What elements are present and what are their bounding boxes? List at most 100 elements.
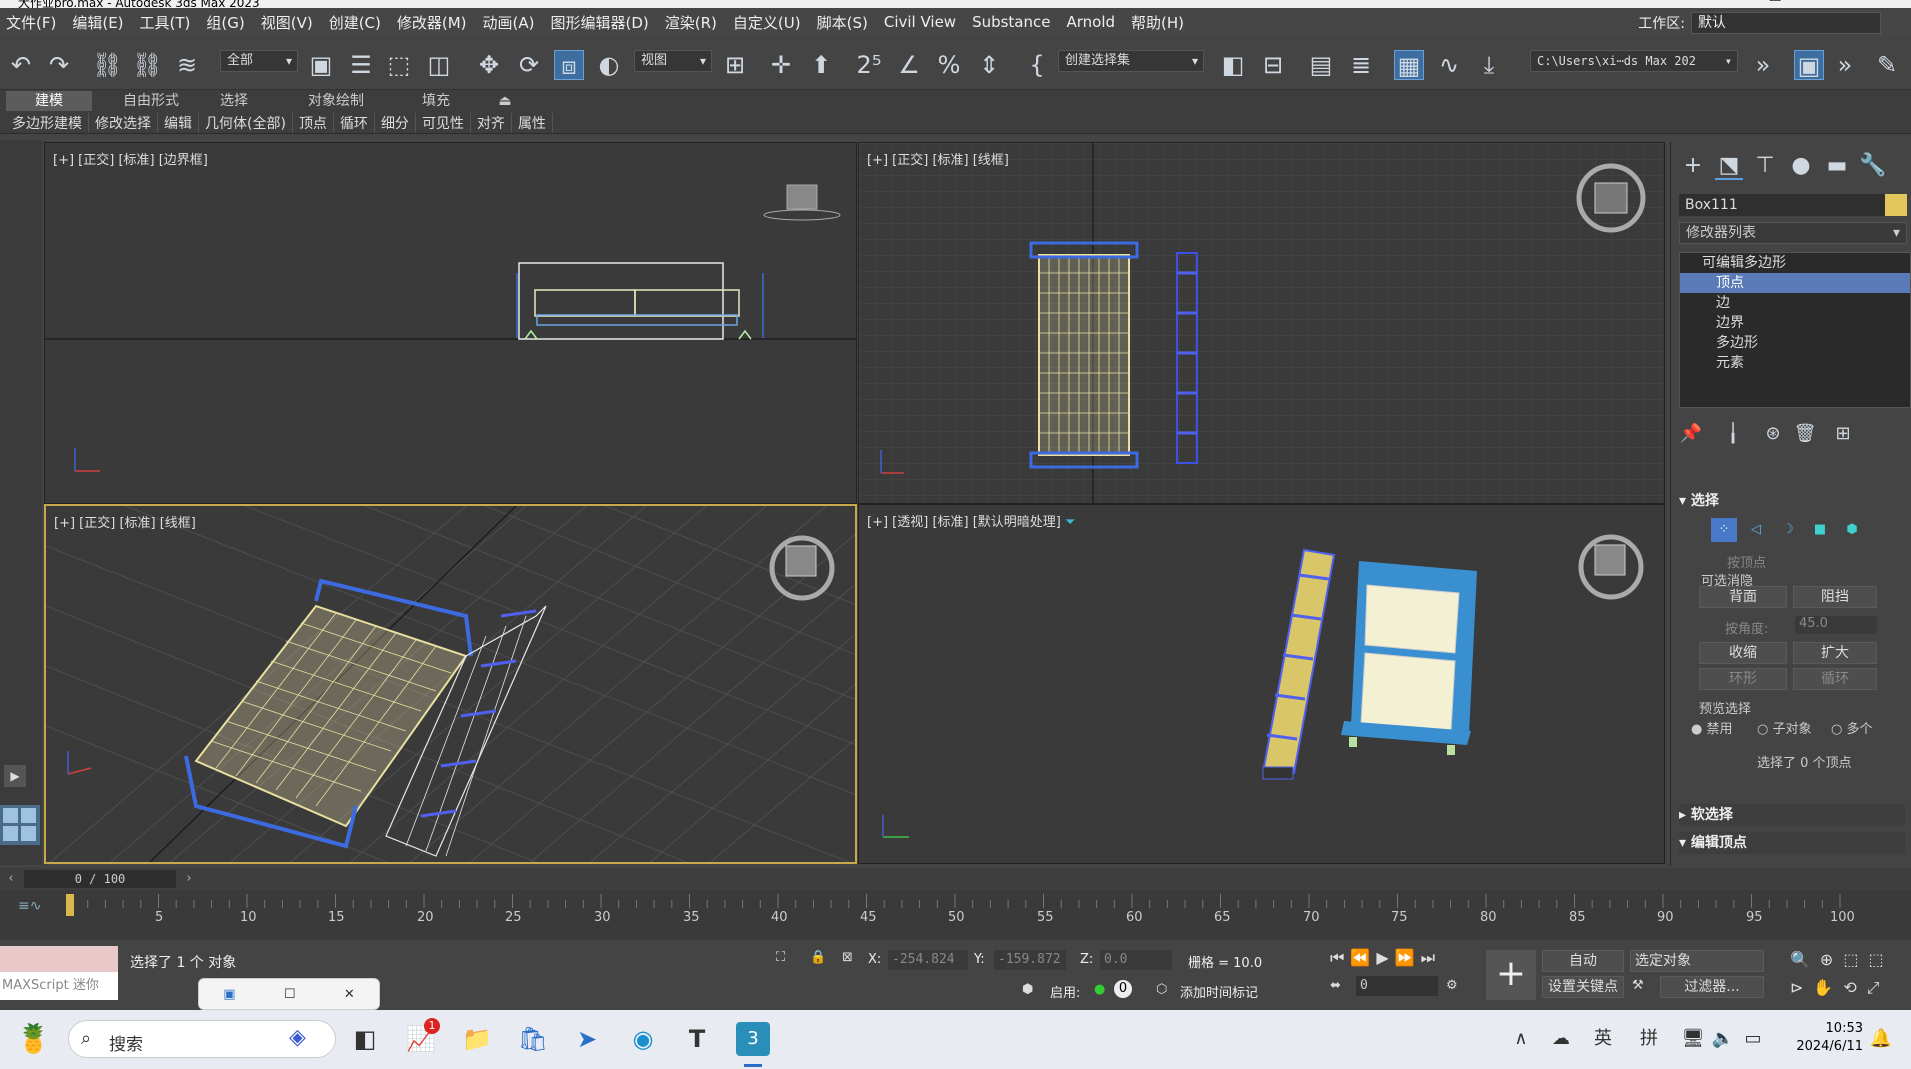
tab-modeling[interactable]: 建模 bbox=[6, 91, 92, 111]
next-frame-icon[interactable]: › bbox=[180, 870, 198, 888]
bing-icon[interactable]: ◈ bbox=[289, 1025, 306, 1050]
schematic-view-icon[interactable]: ⤓ bbox=[1474, 50, 1504, 80]
ribbon-edit[interactable]: 编辑 bbox=[158, 112, 199, 133]
filter-icon[interactable]: ⏷ bbox=[1065, 515, 1075, 530]
network-icon[interactable]: 🖥 bbox=[1676, 1022, 1710, 1056]
tray-chevron-icon[interactable]: ∧ bbox=[1504, 1022, 1538, 1056]
menu-edit[interactable]: 编辑(E) bbox=[70, 12, 137, 33]
more-tools-icon[interactable]: » bbox=[1748, 50, 1778, 80]
floating-close-icon[interactable]: ✕ bbox=[344, 987, 355, 1002]
absolute-mode-icon[interactable]: ⊠ bbox=[842, 950, 853, 965]
ribbon-vertices[interactable]: 顶点 bbox=[293, 112, 334, 133]
polygon-mode-icon[interactable]: ■ bbox=[1807, 518, 1833, 542]
y-coord-field[interactable]: -159.872 bbox=[994, 950, 1066, 970]
menu-tools[interactable]: 工具(T) bbox=[138, 12, 205, 33]
brush-icon[interactable]: ✎ bbox=[1872, 50, 1902, 80]
configure-modifier-sets-icon[interactable]: ⊞ bbox=[1831, 422, 1855, 446]
store-icon[interactable]: 🛍 bbox=[516, 1022, 550, 1056]
align-icon[interactable]: ⊟ bbox=[1258, 50, 1288, 80]
preview-subobject-radio[interactable]: ○ 子对象 bbox=[1757, 718, 1812, 737]
zoom-icon[interactable]: 🔍 bbox=[1790, 950, 1820, 969]
battery-icon[interactable]: ▭ bbox=[1736, 1022, 1770, 1056]
expand-strip-icon[interactable]: ▶ bbox=[4, 765, 26, 787]
stack-item-vertex[interactable]: 顶点 bbox=[1680, 273, 1910, 293]
by-angle-checkbox[interactable]: 按角度: bbox=[1725, 618, 1768, 637]
modifier-list-dropdown[interactable]: 修改器列表 bbox=[1679, 222, 1907, 244]
notifications-bell-icon[interactable]: 🔔 bbox=[1864, 1022, 1898, 1056]
viewport-label[interactable]: [+] [透视] [标准] [默认明暗处理] ⏷ bbox=[867, 511, 1075, 530]
file-explorer-icon[interactable]: 📁 bbox=[460, 1022, 494, 1056]
3dsmax-taskbar-icon[interactable]: 3 bbox=[736, 1022, 770, 1056]
object-color-swatch[interactable] bbox=[1885, 194, 1907, 216]
snap-toggle-icon[interactable]: 2⁵ bbox=[854, 50, 884, 80]
stack-item-element[interactable]: 元素 bbox=[1680, 353, 1910, 373]
ribbon-properties[interactable]: 属性 bbox=[512, 112, 553, 133]
adaptive-degradation-icon[interactable]: ⬢ bbox=[1022, 982, 1033, 997]
stack-item-edge[interactable]: 边 bbox=[1680, 293, 1910, 313]
go-to-end-icon[interactable]: ⏭ bbox=[1421, 948, 1441, 967]
ring-button[interactable]: 环形 bbox=[1699, 668, 1787, 690]
angle-snap-icon[interactable]: ∠ bbox=[894, 50, 924, 80]
stack-item-border[interactable]: 边界 bbox=[1680, 313, 1910, 333]
viewport-label[interactable]: [+] [正交] [标准] [线框] bbox=[54, 512, 196, 531]
key-mode-icon[interactable]: ⚒ bbox=[1632, 978, 1644, 993]
shrink-button[interactable]: 收缩 bbox=[1699, 642, 1787, 664]
undo-icon[interactable]: ↶ bbox=[6, 50, 36, 80]
stack-item-polygon[interactable]: 多边形 bbox=[1680, 333, 1910, 353]
maxscript-mini-listener[interactable]: MAXScript 迷你 bbox=[0, 972, 118, 1000]
x-coord-field[interactable]: -254.824 bbox=[888, 950, 968, 970]
ime-mode-indicator[interactable]: 拼 bbox=[1632, 1022, 1666, 1056]
workspace-dropdown[interactable]: 默认 bbox=[1691, 12, 1881, 34]
display-tab-icon[interactable]: ▬ bbox=[1823, 152, 1851, 180]
tab-selection[interactable]: 选择 bbox=[208, 91, 260, 111]
unlink-icon[interactable]: ⛓ bbox=[132, 50, 162, 80]
menu-create[interactable]: 创建(C) bbox=[327, 12, 395, 33]
named-selection-dropdown[interactable]: 创建选择集 bbox=[1058, 50, 1204, 72]
move-icon[interactable]: ✥ bbox=[474, 50, 504, 80]
rotate-icon[interactable]: ⟳ bbox=[514, 50, 544, 80]
soft-selection-rollout-header[interactable]: ▸ 软选择 bbox=[1679, 804, 1905, 826]
viewport-bottom-left[interactable]: [+] [正交] [标准] [线框] bbox=[44, 504, 857, 864]
max-app-icon[interactable]: ▣ bbox=[223, 987, 235, 1002]
prev-key-icon[interactable]: ⏪ bbox=[1350, 948, 1376, 967]
scene-explorer-icon[interactable]: ▤ bbox=[1306, 50, 1336, 80]
menu-customize[interactable]: 自定义(U) bbox=[731, 12, 815, 33]
current-frame-field[interactable]: 0 bbox=[1356, 976, 1438, 996]
menu-file[interactable]: 文件(F) bbox=[4, 12, 70, 33]
select-manipulate-icon[interactable]: ✛ bbox=[766, 50, 796, 80]
menu-group[interactable]: 组(G) bbox=[204, 12, 258, 33]
onedrive-icon[interactable]: ☁ bbox=[1544, 1022, 1578, 1056]
edit-named-sets-icon[interactable]: { bbox=[1022, 50, 1052, 80]
menu-civil-view[interactable]: Civil View bbox=[882, 13, 970, 31]
redo-icon[interactable]: ↷ bbox=[44, 50, 74, 80]
loop-button[interactable]: 循环 bbox=[1793, 668, 1877, 690]
rect-selection-icon[interactable]: ⬚ bbox=[384, 50, 414, 80]
mirror-icon[interactable]: ◧ bbox=[1218, 50, 1248, 80]
next-key-icon[interactable]: ⏩ bbox=[1395, 948, 1421, 967]
by-vertex-checkbox[interactable]: 按顶点 bbox=[1727, 552, 1766, 571]
menu-scripting[interactable]: 脚本(S) bbox=[815, 12, 882, 33]
ribbon-visibility[interactable]: 可见性 bbox=[416, 112, 471, 133]
utilities-tab-icon[interactable]: 🔧 bbox=[1859, 152, 1887, 180]
project-path-dropdown[interactable]: C:\Users\xi⋯ds Max 202 bbox=[1530, 50, 1738, 72]
remove-modifier-icon[interactable]: 🗑 bbox=[1793, 422, 1817, 446]
viewport-bottom-right[interactable]: [+] [透视] [标准] [默认明暗处理] ⏷ bbox=[858, 504, 1665, 864]
menu-animation[interactable]: 动画(A) bbox=[481, 12, 549, 33]
menu-modifiers[interactable]: 修改器(M) bbox=[395, 12, 481, 33]
viewport-label[interactable]: [+] [正交] [标准] [线框] bbox=[867, 149, 1009, 168]
window-crossing-icon[interactable]: ◫ bbox=[424, 50, 454, 80]
pineapple-widget-icon[interactable]: 🍍 bbox=[16, 1022, 51, 1056]
curve-editor-icon[interactable]: ∿ bbox=[1434, 50, 1464, 80]
show-end-result-icon[interactable]: ╽ bbox=[1721, 422, 1745, 446]
tab-freeform[interactable]: 自由形式 bbox=[96, 91, 206, 111]
set-key-big-icon[interactable]: + bbox=[1486, 950, 1536, 1000]
menu-help[interactable]: 帮助(H) bbox=[1129, 12, 1198, 33]
vertex-mode-icon[interactable]: ⁘ bbox=[1711, 518, 1737, 542]
time-tag-icon[interactable]: ⬡ bbox=[1156, 982, 1167, 997]
track-bar[interactable]: ≡∿ 5 10 15 20 25 30 35 40 45 50 55 60 65… bbox=[0, 890, 1911, 940]
task-view-icon[interactable]: ◧ bbox=[348, 1022, 382, 1056]
orbit-icon[interactable]: ⟲ bbox=[1843, 978, 1866, 997]
ribbon-align[interactable]: 对齐 bbox=[471, 112, 512, 133]
selection-filter-dropdown[interactable]: 全部 bbox=[220, 50, 298, 72]
selection-rollout-header[interactable]: ▾ 选择 bbox=[1679, 490, 1905, 512]
